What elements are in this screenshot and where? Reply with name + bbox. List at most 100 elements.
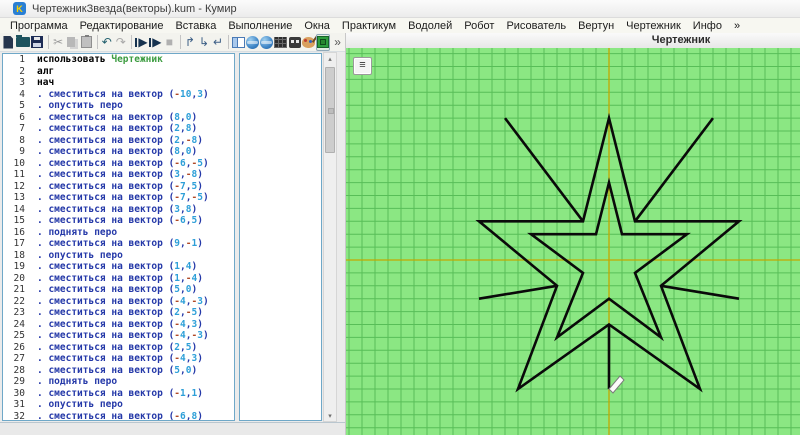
line-code: . сместиться на вектор (-1,1) — [37, 388, 234, 400]
save-icon[interactable] — [31, 34, 44, 51]
code-line[interactable]: 27. сместиться на вектор (-4,3) — [3, 353, 234, 365]
code-line[interactable]: 4. сместиться на вектор (-10,3) — [3, 89, 234, 101]
line-number: 16 — [3, 227, 31, 239]
code-line[interactable]: 9. сместиться на вектор (8,0) — [3, 146, 234, 158]
code-line[interactable]: 16. поднять перо — [3, 227, 234, 239]
code-line[interactable]: 2алг — [3, 66, 234, 78]
code-line[interactable]: 3нач — [3, 77, 234, 89]
copy-icon[interactable] — [66, 34, 79, 51]
toolbar-separator — [131, 35, 132, 49]
line-number: 7 — [3, 123, 31, 135]
line-code: . сместиться на вектор (5,0) — [37, 284, 234, 296]
line-number: 5 — [3, 100, 31, 112]
code-line[interactable]: 31. опустить перо — [3, 399, 234, 411]
code-line[interactable]: 30 . сместиться на вектор (-1,1) — [3, 388, 234, 400]
scrollbar-thumb[interactable] — [325, 67, 335, 153]
code-line[interactable]: 23. сместиться на вектор (2,-5) — [3, 307, 234, 319]
code-line[interactable]: 6. сместиться на вектор (8,0) — [3, 112, 234, 124]
code-line[interactable]: 26. сместиться на вектор (2,5) — [3, 342, 234, 354]
line-code: . сместиться на вектор (-4,3) — [37, 353, 234, 365]
cut-icon[interactable]: ✂ — [52, 34, 65, 51]
paste-icon[interactable] — [80, 34, 93, 51]
redo-icon[interactable]: ↷ — [114, 34, 127, 51]
code-line[interactable]: 28. сместиться на вектор (5,0) — [3, 365, 234, 377]
drawer-icon[interactable] — [316, 34, 330, 51]
overflow-icon[interactable]: » — [331, 34, 344, 51]
globe-web-icon[interactable] — [260, 34, 273, 51]
undo-icon[interactable]: ↶ — [100, 34, 113, 51]
globe-courses-icon[interactable] — [246, 34, 259, 51]
code-line[interactable]: 14. сместиться на вектор (3,8) — [3, 204, 234, 216]
menu-item-Программа[interactable]: Программа — [4, 20, 74, 32]
menu-item-Чертежник[interactable]: Чертежник — [620, 20, 687, 32]
menu-item-Редактирование[interactable]: Редактирование — [74, 20, 170, 32]
line-code: использовать Чертежник — [37, 54, 234, 66]
menu-item-Выполнение[interactable]: Выполнение — [222, 20, 298, 32]
line-number: 8 — [3, 135, 31, 147]
line-code: . сместиться на вектор (2,5) — [37, 342, 234, 354]
code-line[interactable]: 22. сместиться на вектор (-4,-3) — [3, 296, 234, 308]
code-line[interactable]: 10. сместиться на вектор (-6,-5) — [3, 158, 234, 170]
code-line[interactable]: 20. сместиться на вектор (1,-4) — [3, 273, 234, 285]
editor-scrollbar[interactable]: ▴ ▾ — [323, 52, 337, 422]
code-line[interactable]: 24 . сместиться на вектор (-4,3) — [3, 319, 234, 331]
drawer-pane-header: Чертежник — [346, 33, 800, 49]
scroll-up-icon[interactable]: ▴ — [324, 53, 336, 64]
line-code: . сместиться на вектор (-4,3) — [37, 319, 234, 331]
menu-item-Вставка[interactable]: Вставка — [169, 20, 222, 32]
open-folder-icon[interactable] — [16, 34, 30, 51]
code-line[interactable]: 11. сместиться на вектор (3,-8) — [3, 169, 234, 181]
line-code: . сместиться на вектор (-10,3) — [37, 89, 234, 101]
menu-item-Вертун[interactable]: Вертун — [572, 20, 620, 32]
line-number: 24 — [3, 319, 31, 331]
painter-icon[interactable] — [302, 34, 315, 51]
canvas-menu-button[interactable]: ≡ — [353, 57, 372, 75]
line-number: 12 — [3, 181, 31, 193]
line-number: 23 — [3, 307, 31, 319]
code-line[interactable]: 25. сместиться на вектор (-4,-3) — [3, 330, 234, 342]
code-line[interactable]: 32. сместиться на вектор (-6,8) — [3, 411, 234, 422]
code-line[interactable]: 21. сместиться на вектор (5,0) — [3, 284, 234, 296]
menu-item-Водолей[interactable]: Водолей — [402, 20, 458, 32]
scroll-down-icon[interactable]: ▾ — [324, 410, 336, 421]
code-line[interactable]: 19. сместиться на вектор (1,4) — [3, 261, 234, 273]
menu-item-Окна[interactable]: Окна — [298, 20, 336, 32]
line-number: 30 — [3, 388, 31, 400]
code-line[interactable]: 5. опустить перо — [3, 100, 234, 112]
line-number: 15 — [3, 215, 31, 227]
line-number: 32 — [3, 411, 31, 422]
code-line[interactable]: 17. сместиться на вектор (9,-1) — [3, 238, 234, 250]
run-step-icon[interactable]: ▶ — [135, 34, 148, 51]
menu-item-»[interactable]: » — [728, 20, 746, 32]
line-number: 22 — [3, 296, 31, 308]
window-pane-icon[interactable] — [232, 34, 245, 51]
code-line[interactable]: 13. сместиться на вектор (-7,-5) — [3, 192, 234, 204]
step-over-icon[interactable]: ↱ — [184, 34, 197, 51]
code-line[interactable]: 18. опустить перо — [3, 250, 234, 262]
stop-icon[interactable]: ■ — [163, 34, 176, 51]
robot-icon[interactable] — [288, 34, 301, 51]
line-code: алг — [37, 66, 234, 78]
code-line[interactable]: 1использовать Чертежник — [3, 54, 234, 66]
editor-region: 1использовать Чертежник2алг3нач4. смести… — [0, 52, 345, 435]
code-line[interactable]: 8. сместиться на вектор (2,-8) — [3, 135, 234, 147]
line-number: 11 — [3, 169, 31, 181]
run-icon[interactable]: ▶ — [149, 34, 162, 51]
code-line[interactable]: 15. сместиться на вектор (-6,5) — [3, 215, 234, 227]
menu-item-Инфо[interactable]: Инфо — [687, 20, 728, 32]
code-line[interactable]: 12. сместиться на вектор (-7,5) — [3, 181, 234, 193]
new-file-icon[interactable] — [2, 34, 15, 51]
code-line[interactable]: 7. сместиться на вектор (2,8) — [3, 123, 234, 135]
drawer-canvas[interactable]: ≡ — [346, 48, 800, 435]
editor-margin-pane — [239, 53, 322, 421]
menu-item-Робот[interactable]: Робот — [458, 20, 500, 32]
step-out-icon[interactable]: ↵ — [212, 34, 225, 51]
code-line[interactable]: 29. поднять перо — [3, 376, 234, 388]
robot-field-icon[interactable] — [274, 34, 287, 51]
code-editor[interactable]: 1использовать Чертежник2алг3нач4. смести… — [2, 53, 235, 421]
step-into-icon[interactable]: ↳ — [198, 34, 211, 51]
menu-item-Рисователь[interactable]: Рисователь — [500, 20, 572, 32]
menu-item-Практикум[interactable]: Практикум — [336, 20, 402, 32]
line-number: 6 — [3, 112, 31, 124]
console-strip — [0, 422, 345, 435]
